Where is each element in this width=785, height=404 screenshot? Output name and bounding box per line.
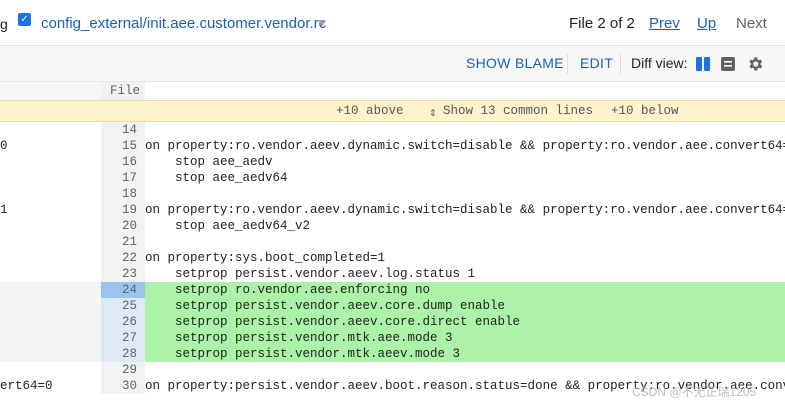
- added-code-line: setprop persist.vendor.aeev.core.dump en…: [145, 298, 785, 314]
- dropdown-caret-icon[interactable]: ▼: [316, 16, 328, 30]
- diff-toolbar: SHOW BLAME EDIT Diff view:: [0, 46, 785, 82]
- toolbar-divider: [567, 54, 568, 74]
- line-number[interactable]: 16: [101, 154, 145, 170]
- settings-gear-icon[interactable]: [746, 55, 764, 73]
- left-code-cell: ert64=0: [0, 378, 101, 394]
- diff-viewer: File +10 above ⇕ Show 13 common lines +1…: [0, 82, 785, 404]
- left-code-cell: [0, 218, 101, 234]
- diff-line: 16 stop aee_aedv: [0, 154, 785, 170]
- diff-line: 29: [0, 362, 785, 378]
- code-line: on property:sys.boot_completed=1: [145, 251, 386, 265]
- line-number[interactable]: 15: [101, 138, 145, 154]
- left-code-cell: [0, 314, 101, 330]
- unified-view-icon[interactable]: [720, 56, 736, 72]
- file-count: File 2 of 2: [569, 15, 635, 32]
- left-code-cell: [0, 266, 101, 282]
- diff-line: 20 stop aee_aedv64_v2: [0, 218, 785, 234]
- line-number[interactable]: 28: [101, 346, 145, 362]
- line-number[interactable]: 23: [101, 266, 145, 282]
- left-code-cell: 1: [0, 202, 101, 218]
- diff-line: 26 setprop persist.vendor.aeev.core.dire…: [0, 314, 785, 330]
- show-blame-button[interactable]: SHOW BLAME: [466, 55, 564, 71]
- left-code-cell: [0, 298, 101, 314]
- line-number[interactable]: 21: [101, 234, 145, 250]
- left-code-cell: [0, 170, 101, 186]
- added-code-line: setprop ro.vendor.aee.enforcing no: [145, 282, 785, 298]
- diff-line: 25 setprop persist.vendor.aeev.core.dump…: [0, 298, 785, 314]
- diff-line: 21: [0, 234, 785, 250]
- diff-line: 18: [0, 186, 785, 202]
- line-number[interactable]: 18: [101, 186, 145, 202]
- diff-line: 14: [0, 122, 785, 138]
- code-line: stop aee_aedv64: [145, 171, 288, 185]
- line-number[interactable]: 27: [101, 330, 145, 346]
- code-line: stop aee_aedv64_v2: [145, 219, 311, 233]
- line-number[interactable]: 29: [101, 362, 145, 378]
- toolbar-divider: [620, 54, 621, 74]
- diff-line: 0 15 on property:ro.vendor.aeev.dynamic.sw…: [0, 138, 785, 154]
- expand-above-link[interactable]: +10 above: [336, 104, 404, 118]
- diff-line: 22 on property:sys.boot_completed=1: [0, 250, 785, 266]
- left-code-cell: [0, 234, 101, 250]
- diff-line: 17 stop aee_aedv64: [0, 170, 785, 186]
- code-line: on property:ro.vendor.aeev.dynamic.switc…: [145, 203, 785, 217]
- left-code-cell: [0, 346, 101, 362]
- diff-line: 24 setprop ro.vendor.aee.enforcing no: [0, 282, 785, 298]
- edit-button[interactable]: EDIT: [580, 55, 613, 71]
- line-number[interactable]: 26: [101, 314, 145, 330]
- left-code-cell: [0, 282, 101, 298]
- file-column-label: File: [110, 84, 141, 98]
- side-by-side-view-icon[interactable]: [695, 56, 711, 72]
- diff-lines: 14 0 15 on property:ro.vendor.aeev.dynamic.…: [0, 122, 785, 394]
- line-number[interactable]: 24: [101, 282, 145, 298]
- file-header: g ✓ config_external/init.aee.customer.ve…: [0, 0, 785, 46]
- line-number[interactable]: 22: [101, 250, 145, 266]
- file-path-link[interactable]: config_external/init.aee.customer.vendor…: [41, 15, 326, 32]
- up-link[interactable]: Up: [697, 15, 716, 32]
- truncated-text: g: [0, 16, 8, 32]
- line-number[interactable]: 20: [101, 218, 145, 234]
- left-code-cell: 0: [0, 138, 101, 154]
- line-number[interactable]: 30: [101, 378, 145, 394]
- skipped-lines-bar: +10 above ⇕ Show 13 common lines +10 bel…: [0, 100, 785, 122]
- column-header: File: [0, 82, 785, 100]
- code-line: stop aee_aedv: [145, 155, 273, 169]
- diff-view-label: Diff view:: [631, 55, 688, 71]
- diff-line: 27 setprop persist.vendor.mtk.aee.mode 3: [0, 330, 785, 346]
- prev-link[interactable]: Prev: [649, 15, 680, 32]
- expand-below-link[interactable]: +10 below: [611, 104, 679, 118]
- diff-line: 23 setprop persist.vendor.aeev.log.statu…: [0, 266, 785, 282]
- added-code-line: setprop persist.vendor.aeev.core.direct …: [145, 314, 785, 330]
- left-code-cell: [0, 154, 101, 170]
- added-code-line: setprop persist.vendor.mtk.aeev.mode 3: [145, 346, 785, 362]
- code-line: on property:ro.vendor.aeev.dynamic.switc…: [145, 139, 785, 153]
- next-link[interactable]: Next: [736, 15, 767, 32]
- added-code-line: setprop persist.vendor.mtk.aee.mode 3: [145, 330, 785, 346]
- left-code-cell: [0, 186, 101, 202]
- left-code-cell: [0, 122, 101, 138]
- line-number[interactable]: 19: [101, 202, 145, 218]
- diff-line: 28 setprop persist.vendor.mtk.aeev.mode …: [0, 346, 785, 362]
- line-number[interactable]: 14: [101, 122, 145, 138]
- left-column-header: [0, 82, 101, 100]
- left-code-cell: [0, 330, 101, 346]
- line-number[interactable]: 25: [101, 298, 145, 314]
- left-code-cell: [0, 362, 101, 378]
- line-number[interactable]: 17: [101, 170, 145, 186]
- code-line: setprop persist.vendor.aeev.log.status 1: [145, 267, 476, 281]
- expand-icon[interactable]: ⇕: [429, 104, 437, 120]
- show-common-lines-link[interactable]: Show 13 common lines: [443, 104, 593, 118]
- checkbox-checked-icon[interactable]: ✓: [18, 13, 31, 26]
- left-code-cell: [0, 250, 101, 266]
- diff-line: 1 19 on property:ro.vendor.aeev.dynamic.sw…: [0, 202, 785, 218]
- watermark: CSDN @不无正瑞1205: [632, 385, 757, 399]
